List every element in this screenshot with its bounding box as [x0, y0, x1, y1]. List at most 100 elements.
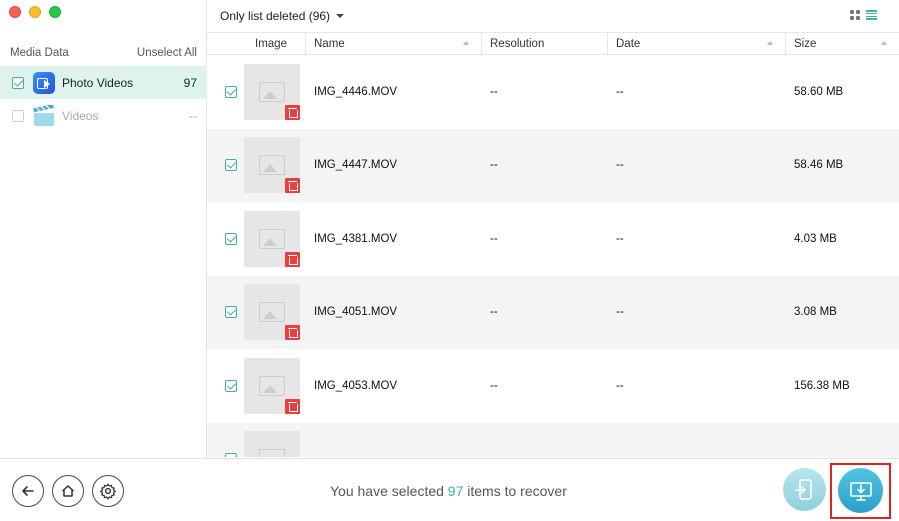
thumbnail [243, 137, 300, 194]
file-name: IMG_4381.MOV [314, 232, 398, 245]
table-header: Image Name Resolution Date Size [207, 32, 899, 55]
file-resolution: -- [490, 159, 498, 172]
file-resolution: -- [490, 306, 498, 319]
trash-icon [284, 398, 300, 414]
chevron-down-icon [336, 14, 345, 18]
file-resolution: -- [490, 379, 498, 392]
sort-arrow-icon [767, 41, 773, 45]
trash-icon [284, 251, 300, 267]
window-controls [9, 6, 61, 18]
thumbnail [243, 284, 300, 341]
row-checkbox[interactable] [225, 306, 237, 319]
home-icon [61, 485, 75, 497]
table-body: IMG_4446.MOV -- -- 58.60 MB IMG_4447.MOV… [207, 55, 899, 457]
file-date: -- [616, 379, 624, 392]
zoom-window-icon[interactable] [49, 6, 61, 18]
row-checkbox[interactable] [225, 232, 237, 245]
file-resolution: -- [490, 232, 498, 245]
sidebar-item-label: Videos [62, 108, 99, 123]
file-date: -- [616, 159, 624, 172]
image-placeholder-icon [258, 375, 285, 396]
table-row[interactable] [207, 422, 899, 457]
table-row[interactable]: IMG_4381.MOV -- -- 4.03 MB [207, 202, 899, 276]
status-suffix: items to recover [463, 483, 567, 499]
settings-button[interactable] [92, 475, 124, 507]
file-name: IMG_4053.MOV [314, 379, 398, 392]
view-toggle [850, 10, 877, 20]
photo-videos-checkbox[interactable] [12, 76, 24, 89]
file-name: IMG_4447.MOV [314, 159, 398, 172]
unselect-all-button[interactable]: Unselect All [137, 47, 197, 59]
sidebar: Media Data Unselect All Photo Videos 97 … [0, 0, 207, 458]
sidebar-header: Media Data Unselect All [10, 47, 197, 59]
file-size: 4.03 MB [794, 232, 837, 245]
column-header-check [207, 33, 237, 54]
grid-view-icon[interactable] [850, 10, 860, 20]
thumbnail [243, 210, 300, 267]
table-row[interactable]: IMG_4446.MOV -- -- 58.60 MB [207, 55, 899, 129]
highlight-box [830, 463, 891, 519]
filter-dropdown[interactable]: Only list deleted (96) [220, 9, 345, 23]
column-header-image[interactable]: Image [237, 33, 306, 54]
file-date: -- [616, 85, 624, 98]
image-placeholder-icon [258, 228, 285, 249]
photo-videos-icon [33, 71, 55, 94]
sidebar-item-label: Photo Videos [62, 75, 134, 90]
home-button[interactable] [52, 475, 84, 507]
row-checkbox[interactable] [225, 453, 237, 457]
image-placeholder-icon [258, 81, 285, 102]
gear-icon [100, 483, 116, 500]
thumbnail [243, 431, 300, 457]
videos-clapperboard-icon [33, 103, 55, 127]
media-data-label: Media Data [10, 47, 69, 59]
file-date: -- [616, 232, 624, 245]
sort-arrow-icon [463, 41, 469, 45]
file-size: 156.38 MB [794, 379, 850, 392]
file-resolution: -- [490, 85, 498, 98]
thumbnail [243, 63, 300, 120]
footer-bar: You have selected 97 items to recover [0, 458, 899, 521]
videos-checkbox[interactable] [12, 109, 24, 122]
trash-icon [284, 178, 300, 194]
status-prefix: You have selected [330, 483, 448, 499]
trash-icon [284, 104, 300, 120]
column-header-label: Name [314, 37, 345, 50]
file-name: IMG_4446.MOV [314, 85, 398, 98]
sidebar-item-videos[interactable]: Videos -- [0, 99, 207, 132]
table-row[interactable]: IMG_4447.MOV -- -- 58.46 MB [207, 128, 899, 202]
image-placeholder-icon [258, 449, 285, 457]
file-name: IMG_4051.MOV [314, 306, 398, 319]
sidebar-item-count: -- [189, 108, 197, 123]
trash-icon [284, 325, 300, 341]
minimize-window-icon[interactable] [29, 6, 41, 18]
phone-transfer-icon [794, 478, 812, 500]
file-date: -- [616, 306, 624, 319]
column-header-resolution[interactable]: Resolution [482, 33, 608, 54]
selected-count: 97 [447, 483, 464, 499]
thumbnail [243, 357, 300, 414]
column-header-date[interactable]: Date [608, 33, 786, 54]
column-header-size[interactable]: Size [786, 33, 899, 54]
arrow-left-icon [22, 486, 34, 496]
row-checkbox[interactable] [225, 379, 237, 392]
table-row[interactable]: IMG_4053.MOV -- -- 156.38 MB [207, 349, 899, 423]
toolbar: Only list deleted (96) [207, 0, 899, 32]
image-placeholder-icon [258, 302, 285, 323]
row-checkbox[interactable] [225, 85, 237, 98]
list-view-icon[interactable] [866, 10, 877, 20]
sidebar-item-photo-videos[interactable]: Photo Videos 97 [0, 66, 207, 99]
row-checkbox[interactable] [225, 159, 237, 172]
sidebar-item-count: 97 [183, 75, 197, 90]
selection-status: You have selected 97 items to recover [330, 483, 567, 499]
file-size: 58.46 MB [794, 159, 844, 172]
sort-arrow-icon [881, 41, 887, 45]
close-window-icon[interactable] [9, 6, 21, 18]
back-button[interactable] [12, 475, 44, 507]
column-header-label: Size [794, 37, 817, 50]
column-header-label: Date [616, 37, 641, 50]
image-placeholder-icon [258, 155, 285, 176]
recover-to-device-button[interactable] [783, 468, 826, 511]
filter-label: Only list deleted (96) [220, 9, 331, 23]
column-header-name[interactable]: Name [306, 33, 482, 54]
table-row[interactable]: IMG_4051.MOV -- -- 3.08 MB [207, 275, 899, 349]
